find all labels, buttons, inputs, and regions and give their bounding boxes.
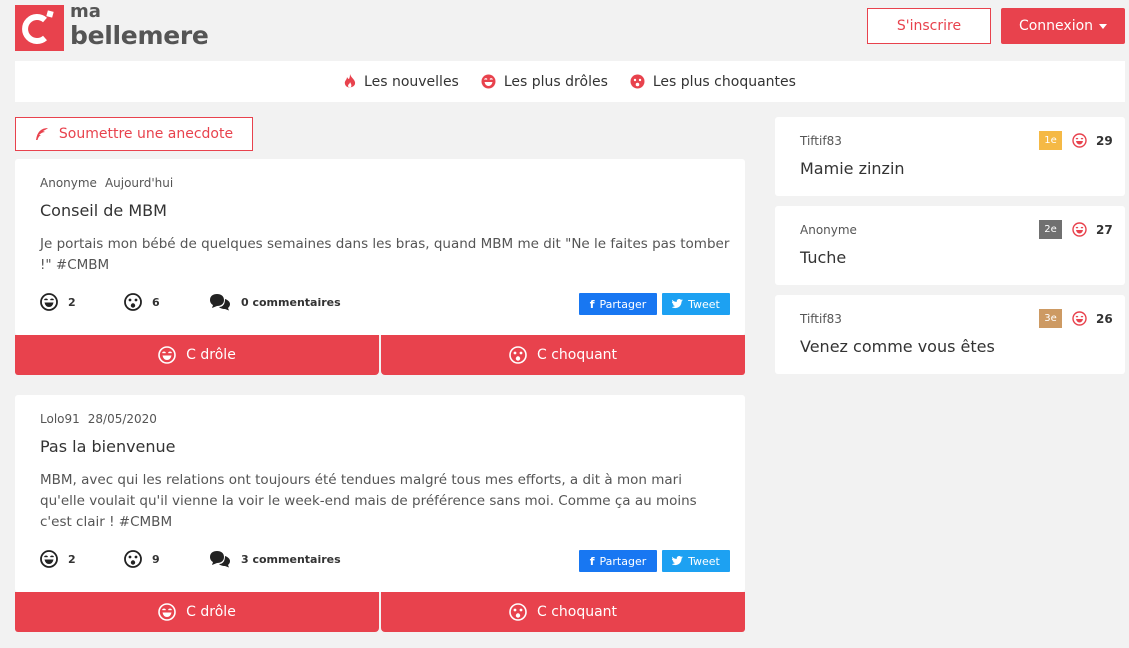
laugh-icon	[1072, 311, 1087, 326]
twitter-icon	[672, 556, 684, 566]
top-count: 26	[1096, 312, 1113, 326]
login-button[interactable]: Connexion	[1001, 8, 1125, 44]
facebook-icon: f	[589, 297, 595, 311]
post-author[interactable]: Anonyme	[40, 176, 97, 190]
post-date: Aujourd'hui	[104, 176, 174, 190]
facebook-icon: f	[589, 554, 595, 568]
laugh-icon	[158, 603, 176, 621]
vote-label: C drôle	[186, 347, 236, 363]
funny-count: 2	[40, 550, 76, 568]
login-label: Connexion	[1018, 18, 1094, 34]
top-title: Mamie zinzin	[800, 159, 905, 178]
top-title: Venez comme vous êtes	[800, 337, 995, 356]
shocked-icon	[509, 603, 527, 621]
anecdote-card: Lolo91 28/05/2020 Pas la bienvenue MBM, a…	[15, 395, 745, 592]
flame-icon	[344, 74, 356, 88]
comments-icon	[210, 551, 230, 568]
header: ma bellemere S'inscrire Connexion	[0, 0, 1129, 60]
feather-icon	[35, 128, 48, 140]
top-anecdote-card[interactable]: Anonyme Tuche 2e 27	[775, 206, 1125, 285]
top-count: 27	[1096, 223, 1113, 237]
comments-icon	[210, 294, 230, 311]
twitter-share-button[interactable]: Tweet	[662, 550, 730, 572]
share-label: Partager	[599, 554, 647, 568]
shocked-icon	[124, 550, 142, 568]
facebook-share-button[interactable]: f Partager	[579, 293, 657, 315]
post-title[interactable]: Pas la bienvenue	[40, 437, 176, 456]
rank-badge: 3e	[1039, 309, 1062, 328]
nav-label: Les nouvelles	[364, 73, 459, 90]
laugh-icon	[40, 550, 58, 568]
caret-down-icon	[1099, 23, 1108, 29]
nav-label: Les plus choquantes	[652, 73, 796, 90]
shocking-count: 6	[124, 293, 160, 311]
shocked-icon	[124, 293, 142, 311]
laugh-icon	[158, 346, 176, 364]
share-label: Tweet	[688, 554, 720, 568]
post-title[interactable]: Conseil de MBM	[40, 201, 167, 220]
funny-count: 2	[40, 293, 76, 311]
logo-mark	[15, 5, 64, 51]
vote-label: C choquant	[536, 604, 618, 620]
laugh-icon	[481, 74, 496, 89]
nav-most-shocking[interactable]: Les plus choquantes	[630, 74, 796, 90]
comments-link[interactable]: 0 commentaires	[209, 293, 341, 311]
top-author: Tiftif83	[800, 312, 842, 326]
logo-name: bellemere	[70, 21, 209, 50]
vote-shocking-button[interactable]: C choquant	[381, 335, 745, 375]
site-logo[interactable]: ma bellemere	[15, 1, 209, 51]
shocking-count: 9	[124, 550, 160, 568]
post-body: Je portais mon bébé de quelques semaines…	[40, 236, 730, 273]
twitter-icon	[672, 299, 684, 309]
laugh-icon	[1072, 133, 1087, 148]
funny-value: 2	[68, 295, 76, 309]
top-anecdote-card[interactable]: Tiftif83 Mamie zinzin 1e 29	[775, 117, 1125, 196]
share-label: Partager	[599, 297, 647, 311]
top-count: 29	[1096, 134, 1113, 148]
vote-label: C drôle	[186, 604, 236, 620]
top-title: Tuche	[800, 248, 847, 267]
submit-anecdote-button[interactable]: Soumettre une anecdote	[15, 117, 253, 151]
laugh-icon	[1072, 222, 1087, 237]
twitter-share-button[interactable]: Tweet	[662, 293, 730, 315]
submit-label: Soumettre une anecdote	[58, 126, 234, 142]
vote-label: C choquant	[536, 347, 618, 363]
post-author[interactable]: Lolo91	[40, 412, 80, 426]
nav-label: Les plus drôles	[503, 73, 608, 90]
nav-funniest[interactable]: Les plus drôles	[481, 74, 608, 90]
post-meta: Lolo91 28/05/2020	[40, 412, 157, 426]
vote-shocking-button[interactable]: C choquant	[381, 592, 745, 632]
anecdote-card: Anonyme Aujourd'hui Conseil de MBM Je por…	[15, 159, 745, 335]
shocking-value: 6	[152, 295, 160, 309]
laugh-icon	[40, 293, 58, 311]
logo-ma: ma	[70, 1, 101, 22]
top-author: Tiftif83	[800, 134, 842, 148]
comments-link[interactable]: 3 commentaires	[209, 550, 341, 568]
vote-funny-button[interactable]: C drôle	[15, 335, 379, 375]
shocked-icon	[630, 74, 645, 89]
post-meta: Anonyme Aujourd'hui	[40, 176, 173, 190]
top-anecdote-card[interactable]: Tiftif83 Venez comme vous êtes 3e 26	[775, 295, 1125, 374]
rank-badge: 2e	[1039, 220, 1062, 239]
post-body: MBM, avec qui les relations ont toujours…	[40, 472, 697, 530]
funny-value: 2	[68, 552, 76, 566]
signup-button[interactable]: S'inscrire	[867, 8, 991, 44]
nav-newest[interactable]: Les nouvelles	[344, 74, 459, 90]
facebook-share-button[interactable]: f Partager	[579, 550, 657, 572]
shocked-icon	[509, 346, 527, 364]
vote-funny-button[interactable]: C drôle	[15, 592, 379, 632]
post-date: 28/05/2020	[87, 412, 157, 426]
comments-label: 0 commentaires	[241, 295, 341, 309]
shocking-value: 9	[152, 552, 160, 566]
top-author: Anonyme	[800, 223, 857, 237]
rank-badge: 1e	[1039, 131, 1062, 150]
comments-label: 3 commentaires	[241, 552, 341, 566]
share-label: Tweet	[688, 297, 720, 311]
category-nav: Les nouvelles Les plus drôles Les plus c…	[15, 61, 1125, 102]
